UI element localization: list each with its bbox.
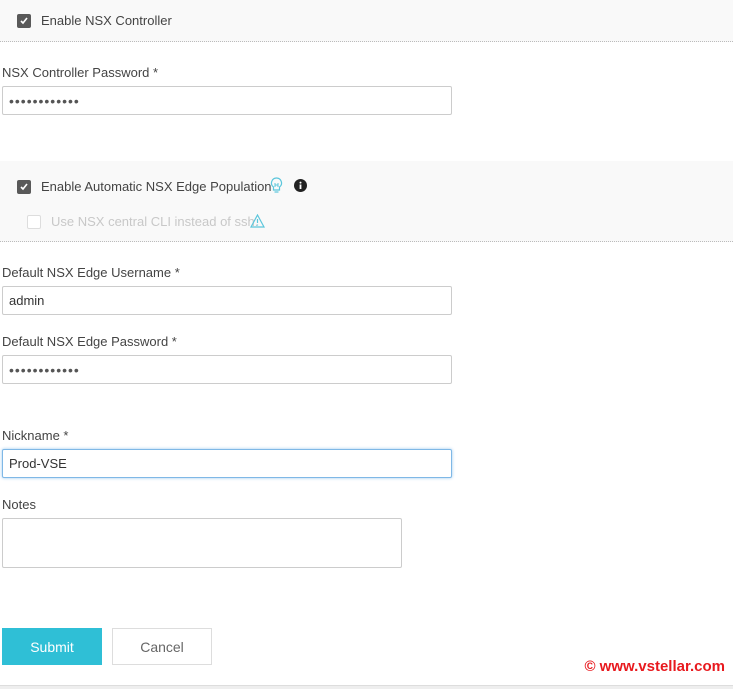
submit-button[interactable]: Submit <box>2 628 102 665</box>
edge-username-input[interactable]: admin <box>2 286 452 315</box>
controller-password-input[interactable]: •••••••••••• <box>2 86 452 115</box>
edge-username-label: Default NSX Edge Username * <box>2 265 180 280</box>
edge-section <box>0 161 733 242</box>
nickname-input[interactable]: Prod-VSE <box>2 449 452 478</box>
enable-edge-population-label: Enable Automatic NSX Edge Population <box>41 179 272 194</box>
edge-password-label: Default NSX Edge Password * <box>2 334 177 349</box>
notes-label: Notes <box>2 497 36 512</box>
enable-edge-population-checkbox[interactable] <box>17 180 31 194</box>
notes-textarea[interactable] <box>2 518 402 568</box>
lightbulb-icon[interactable] <box>270 177 283 194</box>
use-central-cli-label: Use NSX central CLI instead of ssh. <box>51 214 259 229</box>
enable-nsx-controller-label: Enable NSX Controller <box>41 13 172 28</box>
use-central-cli-checkbox[interactable] <box>27 215 41 229</box>
controller-password-label: NSX Controller Password * <box>2 65 159 80</box>
cancel-button[interactable]: Cancel <box>112 628 212 665</box>
edge-password-input[interactable]: •••••••••••• <box>2 355 452 384</box>
bottom-divider <box>0 685 733 689</box>
info-icon[interactable] <box>294 179 307 192</box>
watermark: © www.vstellar.com <box>584 658 725 675</box>
enable-nsx-controller-checkbox[interactable] <box>17 14 31 28</box>
warning-icon <box>250 214 265 228</box>
nickname-label: Nickname * <box>2 428 69 443</box>
